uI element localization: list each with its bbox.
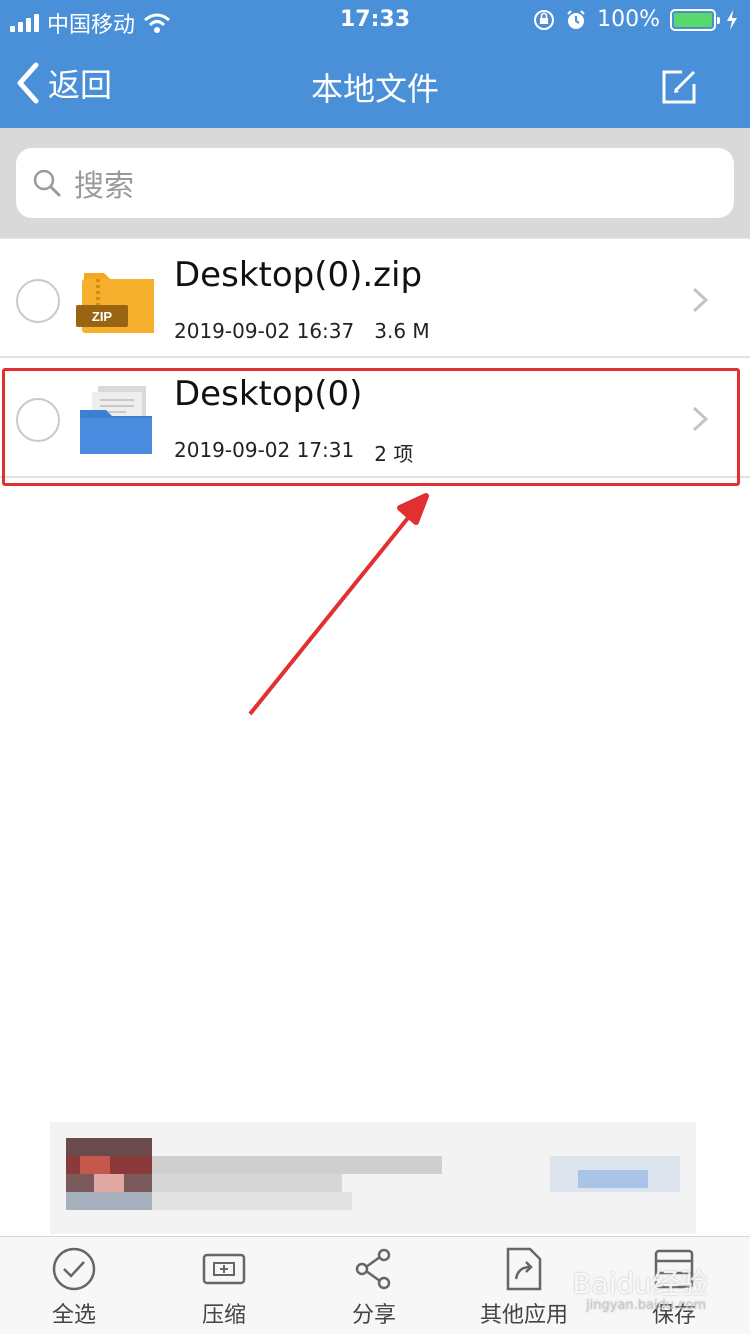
compress-button[interactable]: 压缩 [164,1245,284,1329]
page-title: 本地文件 [310,70,439,108]
other-apps-button[interactable]: 其他应用 [464,1245,584,1329]
file-list: ZIP Desktop(0).zip 2019-09-02 16:37 3.6 … [0,238,750,478]
orientation-lock-icon [534,9,555,30]
file-row-zip[interactable]: ZIP Desktop(0).zip 2019-09-02 16:37 3.6 … [0,238,750,358]
file-date: 2019-09-02 17:31 [174,438,355,462]
battery-percent: 100% [597,7,660,32]
search-placeholder: 搜索 [74,169,134,204]
search-area: 搜索 [0,128,750,238]
file-date: 2019-09-02 16:37 [174,319,355,343]
open-in-icon [506,1247,542,1291]
item-count: 2 项 [374,442,414,466]
search-icon [33,169,61,197]
check-circle-icon [52,1247,96,1291]
share-button[interactable]: 分享 [314,1245,434,1329]
select-all-label: 全选 [51,1303,96,1328]
select-radio[interactable] [16,279,60,323]
status-bar: 中国移动 17:33 100% [0,0,750,40]
pixelated-ad-banner[interactable] [50,1122,696,1234]
compress-label: 压缩 [201,1303,246,1328]
search-input[interactable]: 搜索 [16,148,734,218]
compress-icon [202,1253,246,1285]
file-size: 3.6 M [374,319,430,343]
select-all-button[interactable]: 全选 [14,1245,134,1329]
annotation-arrow [248,493,429,716]
chevron-right-icon [692,406,709,432]
other-apps-label: 其他应用 [479,1303,568,1328]
share-icon [355,1248,391,1290]
file-row-folder[interactable]: Desktop(0) 2019-09-02 17:31 2 项 [0,358,750,478]
watermark: Baidu经验 jingyan.baidu.com [572,1262,708,1313]
status-right-group: 100% [533,7,738,32]
watermark-url: jingyan.baidu.com [586,1298,706,1313]
watermark-brand: Baidu经验 [572,1267,708,1300]
chevron-right-icon [692,287,709,313]
zip-badge: ZIP [92,309,113,324]
select-radio[interactable] [16,398,60,442]
share-label: 分享 [351,1303,396,1328]
charging-bolt-icon [727,9,737,30]
file-name: Desktop(0) [174,374,363,414]
navigation-bar: 返回 本地文件 [0,40,750,128]
zip-file-icon: ZIP [76,273,154,333]
battery-icon [670,8,720,31]
file-meta: 2019-09-02 17:31 2 项 [174,438,413,467]
alarm-icon [567,9,585,29]
file-meta: 2019-09-02 16:37 3.6 M [174,319,430,343]
file-name: Desktop(0).zip [174,255,423,295]
folder-icon [80,386,152,454]
edit-icon[interactable] [660,66,700,106]
